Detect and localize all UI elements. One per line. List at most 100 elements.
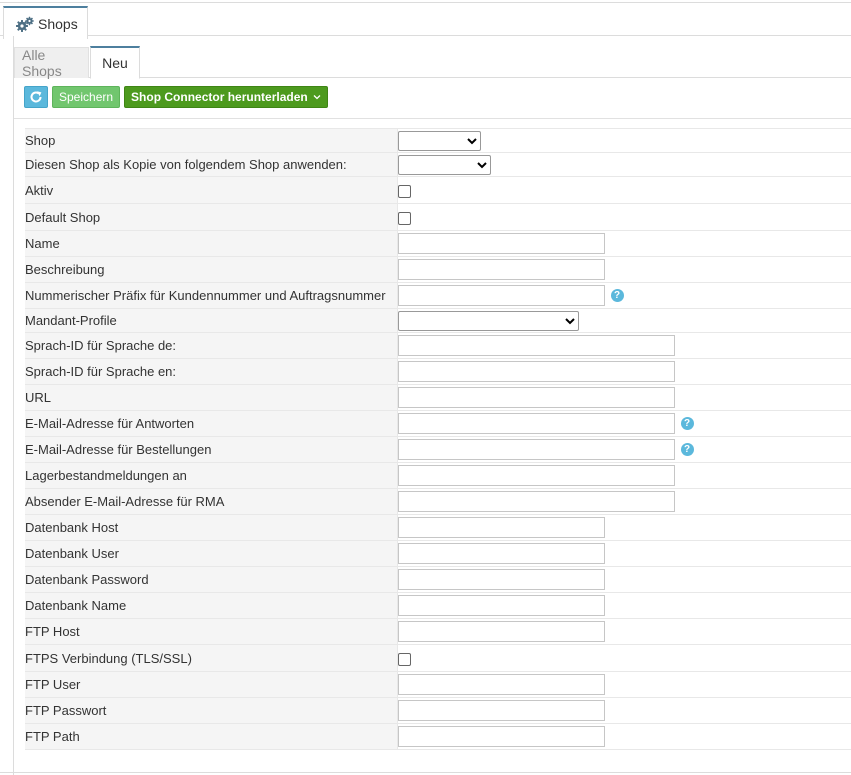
stock-reports-input[interactable] bbox=[397, 465, 675, 486]
ftps-checkbox[interactable] bbox=[397, 652, 411, 666]
ftp-host-label: FTP Host bbox=[25, 618, 398, 645]
db-user-cell bbox=[397, 540, 851, 567]
toolbar-divider bbox=[14, 118, 851, 119]
client-profile-cell bbox=[397, 308, 851, 333]
default-shop-cell bbox=[397, 203, 851, 231]
form-row-url: URL bbox=[25, 384, 851, 411]
form-row-active: Aktiv bbox=[25, 176, 851, 204]
db-host-label: Datenbank Host bbox=[25, 514, 398, 541]
ftp-host-input[interactable] bbox=[397, 621, 605, 642]
ftp-password-label: FTP Passwort bbox=[25, 697, 398, 724]
ftp-user-label: FTP User bbox=[25, 671, 398, 698]
db-name-label: Datenbank Name bbox=[25, 592, 398, 619]
form-row-lang-id-en: Sprach-ID für Sprache en: bbox=[25, 358, 851, 385]
db-password-cell bbox=[397, 566, 851, 593]
ftp-user-input[interactable] bbox=[397, 674, 605, 695]
form-row-db-user: Datenbank User bbox=[25, 540, 851, 567]
form-row-numeric-prefix: Nummerischer Präfix für Kundennummer und… bbox=[25, 282, 851, 309]
numeric-prefix-input[interactable] bbox=[397, 285, 605, 306]
stock-reports-label: Lagerbestandmeldungen an bbox=[25, 462, 398, 489]
default-shop-label: Default Shop bbox=[25, 203, 398, 231]
tab-neu[interactable]: Neu bbox=[90, 46, 140, 79]
form-row-ftp-path: FTP Path bbox=[25, 723, 851, 750]
client-profile-label: Mandant-Profile bbox=[25, 308, 398, 333]
help-icon[interactable]: ? bbox=[680, 417, 694, 430]
shop-connector-download-button[interactable]: Shop Connector herunterladen bbox=[124, 86, 328, 108]
default-shop-checkbox[interactable] bbox=[397, 211, 411, 225]
shop-form: Shop Diesen Shop als Kopie von folgendem… bbox=[25, 128, 851, 750]
inner-tabbar: Alle Shops Neu bbox=[14, 46, 851, 79]
copy-from-label: Diesen Shop als Kopie von folgendem Shop… bbox=[25, 152, 398, 177]
form-row-ftps: FTPS Verbindung (TLS/SSL) bbox=[25, 644, 851, 672]
toolbar: Speichern Shop Connector herunterladen bbox=[24, 86, 328, 109]
db-password-input[interactable] bbox=[397, 569, 605, 590]
form-row-default-shop: Default Shop bbox=[25, 203, 851, 231]
ftps-label: FTPS Verbindung (TLS/SSL) bbox=[25, 644, 398, 672]
ftp-path-input[interactable] bbox=[397, 726, 605, 747]
form-row-email-orders: E-Mail-Adresse für Bestellungen ? bbox=[25, 436, 851, 463]
shop-cell bbox=[397, 128, 851, 153]
form-row-db-host: Datenbank Host bbox=[25, 514, 851, 541]
help-icon[interactable]: ? bbox=[680, 443, 694, 456]
lang-id-en-cell bbox=[397, 358, 851, 385]
gears-icon bbox=[16, 16, 34, 32]
bottom-divider bbox=[0, 772, 851, 773]
email-replies-input[interactable] bbox=[397, 413, 675, 434]
help-icon[interactable]: ? bbox=[610, 289, 624, 302]
url-label: URL bbox=[25, 384, 398, 411]
email-replies-cell: ? bbox=[397, 410, 851, 437]
description-input[interactable] bbox=[397, 259, 605, 280]
form-row-ftp-user: FTP User bbox=[25, 671, 851, 698]
ftp-path-label: FTP Path bbox=[25, 723, 398, 750]
refresh-button[interactable] bbox=[24, 86, 48, 108]
description-label: Beschreibung bbox=[25, 256, 398, 283]
db-user-input[interactable] bbox=[397, 543, 605, 564]
rma-sender-input[interactable] bbox=[397, 491, 675, 512]
form-row-email-replies: E-Mail-Adresse für Antworten ? bbox=[25, 410, 851, 437]
tab-alle-shops[interactable]: Alle Shops bbox=[14, 47, 89, 79]
db-host-cell bbox=[397, 514, 851, 541]
form-row-name: Name bbox=[25, 230, 851, 257]
form-row-db-name: Datenbank Name bbox=[25, 592, 851, 619]
shops-panel: Alle Shops Neu Speichern Shop Connector … bbox=[13, 36, 851, 775]
rma-sender-cell bbox=[397, 488, 851, 515]
email-replies-label: E-Mail-Adresse für Antworten bbox=[25, 410, 398, 437]
shop-select[interactable] bbox=[397, 130, 481, 151]
ftp-password-input[interactable] bbox=[397, 700, 605, 721]
form-row-rma-sender: Absender E-Mail-Adresse für RMA bbox=[25, 488, 851, 515]
refresh-icon bbox=[30, 91, 42, 103]
tab-alle-shops-label: Alle Shops bbox=[22, 47, 62, 79]
ftp-path-cell bbox=[397, 723, 851, 750]
db-name-input[interactable] bbox=[397, 595, 605, 616]
client-profile-select[interactable] bbox=[397, 310, 579, 331]
active-checkbox[interactable] bbox=[397, 184, 411, 198]
name-cell bbox=[397, 230, 851, 257]
description-cell bbox=[397, 256, 851, 283]
url-input[interactable] bbox=[397, 387, 675, 408]
save-button[interactable]: Speichern bbox=[52, 86, 121, 108]
rma-sender-label: Absender E-Mail-Adresse für RMA bbox=[25, 488, 398, 515]
name-label: Name bbox=[25, 230, 398, 257]
db-name-cell bbox=[397, 592, 851, 619]
email-orders-label: E-Mail-Adresse für Bestellungen bbox=[25, 436, 398, 463]
lang-id-de-input[interactable] bbox=[397, 335, 675, 356]
tab-shops[interactable]: Shops bbox=[3, 6, 88, 39]
save-button-label: Speichern bbox=[59, 90, 114, 104]
copy-from-cell bbox=[397, 152, 851, 177]
form-row-copy-from: Diesen Shop als Kopie von folgendem Shop… bbox=[25, 152, 851, 177]
email-orders-input[interactable] bbox=[397, 439, 675, 460]
tab-shops-label: Shops bbox=[38, 15, 78, 32]
form-row-ftp-host: FTP Host bbox=[25, 618, 851, 645]
db-user-label: Datenbank User bbox=[25, 540, 398, 567]
form-row-description: Beschreibung bbox=[25, 256, 851, 283]
lang-id-en-label: Sprach-ID für Sprache en: bbox=[25, 358, 398, 385]
numeric-prefix-cell: ? bbox=[397, 282, 851, 309]
name-input[interactable] bbox=[397, 233, 605, 254]
copy-from-select[interactable] bbox=[397, 154, 491, 175]
tab-neu-label: Neu bbox=[102, 55, 128, 71]
form-row-client-profile: Mandant-Profile bbox=[25, 308, 851, 333]
ftp-user-cell bbox=[397, 671, 851, 698]
db-host-input[interactable] bbox=[397, 517, 605, 538]
lang-id-en-input[interactable] bbox=[397, 361, 675, 382]
outer-tabbar: Shops bbox=[0, 3, 851, 39]
